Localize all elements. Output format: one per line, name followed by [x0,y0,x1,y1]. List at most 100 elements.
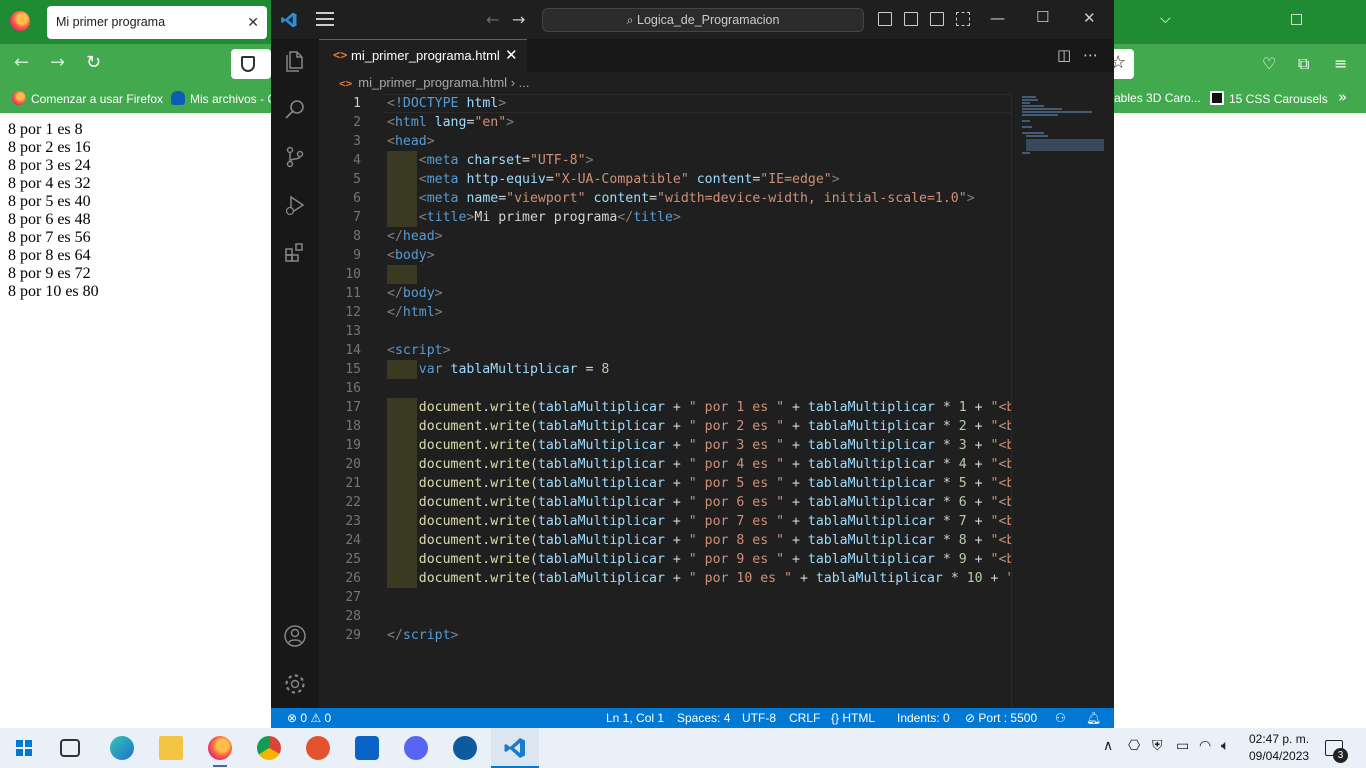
command-center-search[interactable]: ⌕ Logica_de_Programacion [542,8,864,32]
notifications-bell-icon[interactable]: 🔔︎ [1086,708,1101,728]
pocket-icon[interactable]: ♡ [1262,54,1276,73]
go-back-icon[interactable]: ← [486,10,499,29]
clock[interactable]: 02:47 p. m. 09/04/2023 [1249,731,1309,765]
close-tab-icon[interactable]: ✕ [247,6,259,39]
settings-gear-icon[interactable] [283,672,307,696]
cursor-position[interactable]: Ln 1, Col 1 [606,708,664,728]
wifi-icon[interactable]: ◠ [1199,738,1211,754]
breadcrumb-symbol[interactable]: ... [519,75,530,90]
minimize-icon[interactable]: — [990,9,1005,27]
extensions-icon[interactable]: ⧉ [1298,54,1309,74]
code-line[interactable]: 12 </html> [319,303,1011,322]
menu-icon[interactable]: ≡ [1334,54,1347,73]
code-line[interactable]: 16 [319,379,1011,398]
accounts-icon[interactable] [283,624,307,648]
indents-indicator[interactable]: Indents: 0 [897,708,950,728]
tab-mi-primer-programa[interactable]: <> mi_primer_programa.html ✕ [319,39,527,72]
code-line[interactable]: 19 document.write(tablaMultiplicar + " p… [319,436,1011,455]
bookmark-my-files[interactable]: Mis archivos - C [171,91,271,106]
language-mode[interactable]: {} HTML [831,708,875,728]
code-line[interactable]: 22 document.write(tablaMultiplicar + " p… [319,493,1011,512]
code-line[interactable]: 20 document.write(tablaMultiplicar + " p… [319,455,1011,474]
code-line[interactable]: 14 <script> [319,341,1011,360]
code-line[interactable]: 28 [319,607,1011,626]
toggle-primary-sidebar-icon[interactable] [878,12,892,26]
reload-icon[interactable]: ↻ [86,52,101,73]
antivirus-icon[interactable]: ⛨ [1152,738,1163,754]
code-line[interactable]: 26 document.write(tablaMultiplicar + " p… [319,569,1011,588]
close-tab-icon[interactable]: ✕ [505,46,518,64]
code-line[interactable]: 4 <meta charset="UTF-8"> [319,151,1011,170]
code-line[interactable]: 24 document.write(tablaMultiplicar + " p… [319,531,1011,550]
menu-icon[interactable] [316,12,334,26]
bookmark-css-carousels[interactable]: 15 CSS Carousels [1210,91,1328,106]
maximize-icon[interactable]: ☐ [1036,8,1049,26]
encoding[interactable]: UTF-8 [742,708,776,728]
code-line[interactable]: 2 <html lang="en"> [319,113,1011,132]
customize-layout-icon[interactable] [956,12,970,26]
file-explorer-icon[interactable] [159,736,183,760]
code-line[interactable]: 18 document.write(tablaMultiplicar + " p… [319,417,1011,436]
code-line[interactable]: 1 <!DOCTYPE html> [319,94,1011,113]
toggle-secondary-sidebar-icon[interactable] [930,12,944,26]
code-line[interactable]: 11 </body> [319,284,1011,303]
bookmark-getting-started[interactable]: Comenzar a usar Firefox [12,91,163,106]
code-line[interactable]: 17 document.write(tablaMultiplicar + " p… [319,398,1011,417]
code-line[interactable]: 10 [319,265,1011,284]
code-line[interactable]: 23 document.write(tablaMultiplicar + " p… [319,512,1011,531]
accounts-feedback-icon[interactable]: ⚇ [1055,708,1066,728]
teamviewer-icon[interactable] [453,736,477,760]
code-line[interactable]: 7 <title>Mi primer programa</title> [319,208,1011,227]
code-line[interactable]: 27 [319,588,1011,607]
start-windows-icon[interactable] [16,740,32,756]
code-editor[interactable]: 1 <!DOCTYPE html> 2 <html lang="en"> 3 <head>… [319,94,1011,708]
more-bookmarks-icon[interactable]: » [1338,88,1347,106]
vscode-taskbar-icon[interactable] [503,736,527,760]
code-line[interactable]: 15 var tablaMultiplicar = 8 [319,360,1011,379]
toggle-panel-icon[interactable] [904,12,918,26]
list-all-tabs-icon[interactable]: ⌵ [1160,11,1171,27]
extensions-icon[interactable] [283,241,307,265]
end-of-line[interactable]: CRLF [789,708,820,728]
code-line[interactable]: 25 document.write(tablaMultiplicar + " p… [319,550,1011,569]
more-actions-icon[interactable]: ⋯ [1083,46,1098,64]
go-forward-icon[interactable]: → [512,10,525,29]
indentation-spaces[interactable]: Spaces: 4 [677,708,730,728]
restore-window-icon[interactable] [1291,14,1302,25]
bookmark-3d-carousels[interactable]: ables 3D Caro... [1114,91,1201,105]
code-line[interactable]: 13 [319,322,1011,341]
code-line[interactable]: 9 <body> [319,246,1011,265]
code-line[interactable]: 29 </script> [319,626,1011,645]
chrome-icon[interactable] [257,736,281,760]
discord-icon[interactable] [404,736,428,760]
run-debug-icon[interactable] [283,193,307,217]
forward-icon[interactable]: → [50,52,65,73]
code-line[interactable]: 8 </head> [319,227,1011,246]
breadcrumb-file[interactable]: mi_primer_programa.html [358,75,507,90]
live-server-port[interactable]: ⊘ Port : 5500 [965,708,1037,728]
firefox-taskbar-icon[interactable] [208,736,232,760]
meet-now-icon[interactable]: ⎔ [1128,738,1140,754]
tracking-protection-icon[interactable] [241,56,255,72]
battery-icon[interactable]: ▭ [1176,738,1189,754]
edge-icon[interactable] [110,736,134,760]
explorer-icon[interactable] [283,49,307,73]
back-icon[interactable]: ← [14,52,29,73]
task-view-icon[interactable] [60,739,80,757]
problems-indicator[interactable]: ⊗ 0 ⚠ 0 [287,708,331,728]
outlook-icon[interactable] [355,736,379,760]
xampp-icon[interactable] [306,736,330,760]
split-editor-icon[interactable]: ◫ [1057,46,1071,64]
code-line[interactable]: 5 <meta http-equiv="X-UA-Compatible" con… [319,170,1011,189]
search-icon[interactable] [283,97,307,121]
code-line[interactable]: 6 <meta name="viewport" content="width=d… [319,189,1011,208]
show-hidden-icons[interactable]: ∧ [1103,738,1113,754]
close-window-icon[interactable]: ✕ [1083,9,1096,27]
minimap[interactable] [1011,94,1114,708]
code-line[interactable]: 21 document.write(tablaMultiplicar + " p… [319,474,1011,493]
code-line[interactable]: 3 <head> [319,132,1011,151]
line-number: 3 [353,134,361,149]
firefox-tab[interactable]: Mi primer programa ✕ [47,6,267,39]
source-control-icon[interactable] [283,145,307,169]
volume-icon[interactable]: 🔈︎ [1221,738,1229,754]
